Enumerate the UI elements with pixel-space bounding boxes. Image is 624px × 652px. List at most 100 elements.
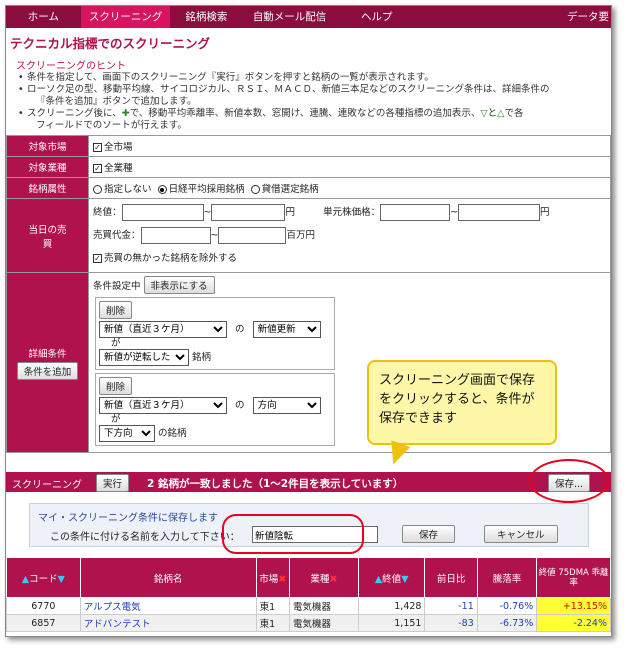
today-cell: 終値： ~ 円 単元株価格： ~ 円 売買代金： ~ 百万円 ✓ 売買の無かった銘柄を除外する [88,198,611,273]
col-code[interactable]: ▲コード▼ [6,557,81,598]
plus-icon: ✚ [121,108,130,119]
close-max-input[interactable] [211,204,286,221]
market-value: 全市場 [104,142,133,153]
save-button[interactable]: 保存 [402,525,456,543]
screening-label: スクリーニング [12,480,82,491]
cell-close: 1,151 [357,614,426,632]
turnover-label: 売買代金： [93,230,141,241]
save-title: マイ・スクリーニング条件に保存します [38,513,218,524]
hint-line: フィールドでのソートが行えます。 [36,120,187,131]
col-rate[interactable]: 騰落率 [476,557,538,598]
delete-button[interactable]: 削除 [99,377,133,395]
condition-1-type[interactable]: 新値更新 [252,321,321,338]
today-row3: ✓ 売買の無かった銘柄を除外する [93,247,606,270]
nav-auto-mail[interactable]: 自動メール配信 [242,6,337,28]
particle-no: の [235,400,245,411]
hint-line: 条件を指定して、画面下のスクリーニング『実行』ボタンを押すと銘柄の一覧が表示され… [18,72,611,84]
hint-list: 条件を指定して、画面下のスクリーニング『実行』ボタンを押すと銘柄の一覧が表示され… [6,72,611,132]
cell-code: 6857 [6,614,81,632]
table-row[interactable]: 6857 アドバンテスト 東1 電気機器 1,151 -83 -6.73% -2… [6,614,611,632]
attr-radio-nikkei[interactable] [157,185,167,194]
screening-bar: スクリーニング 実行 2 銘柄が一致しました（1～2件目を表示しています） 保存… [6,472,611,492]
condition-2-row2: 下方向 の銘柄 [99,425,331,442]
remove-col-icon[interactable]: ✖ [278,574,286,585]
highlight-oval [529,459,609,503]
cell-dev: +13.15% [536,597,611,615]
nav-search[interactable]: 銘柄検索 [170,6,242,28]
col-close[interactable]: ▲終値▼ [357,557,426,598]
market-cell: ✓ 全市場 [88,135,611,157]
col-change[interactable]: 前日比 [424,557,478,598]
industry-checkbox[interactable]: ✓ [93,164,102,173]
unit-min-input[interactable] [380,204,451,221]
suffix: の銘柄 [158,428,187,439]
condition-1: 削除 新値（直近３ケ月） の 新値更新 が 新値が逆転した 銘柄 [95,297,335,370]
condition-2-row: 新値（直近３ケ月） の 方向 [99,397,331,414]
col-market: 市場✖ [255,557,290,598]
cell-close: 1,428 [357,597,426,615]
turnover-max-input[interactable] [218,227,287,244]
hint-heading: スクリーニングのヒント [16,61,126,72]
cell-name[interactable]: アルプス電気 [79,597,257,615]
suffix: 銘柄 [192,352,212,363]
result-count: 2 銘柄が一致しました（1～2件目を表示しています） [147,478,404,490]
attr-label: 銘柄属性 [6,177,89,199]
today-row2: 売買代金： ~ 百万円 [93,224,606,247]
cell-industry: 電気機器 [288,597,359,615]
nav-data[interactable]: データ要 [417,6,611,28]
nav-help[interactable]: ヘルプ [337,6,417,28]
condition-2: 削除 新値（直近３ケ月） の 方向 が 下方向 の銘柄 [95,373,335,446]
attr-radio-none[interactable] [93,185,102,194]
today-label: 当日の売買 [6,198,89,273]
highlight-oval [222,514,364,554]
close-label: 終値： [93,207,122,218]
col-dev[interactable]: 終値 75DMA 乖離率 [536,557,611,598]
exclude-checkbox[interactable]: ✓ [93,254,102,263]
attr-opt: 日経平均採用銘柄 [168,184,245,195]
unit-price-label: 単元株価格： [323,207,381,218]
turnover-min-input[interactable] [140,227,211,244]
results-table: ▲コード▼ 銘柄名 市場✖ 業種✖ ▲終値▼ 前日比 騰落率 終値 75DMA … [6,557,611,632]
attr-opt: 貸借選定銘柄 [261,184,319,195]
condition-2-state[interactable]: 下方向 [99,425,155,442]
cell-rate: -6.73% [476,614,538,632]
hide-button[interactable]: 非表示にする [143,276,215,294]
industry-value: 全業種 [104,163,133,174]
yen-label: 円 [540,207,550,218]
run-button[interactable]: 実行 [96,474,130,492]
condition-2-indicator[interactable]: 新値（直近３ケ月） [99,397,227,414]
cell-name[interactable]: アドバンテスト [79,614,257,632]
cell-dev: -2.24% [536,614,611,632]
page-title: テクニカル指標でのスクリーニング [10,36,211,51]
cell-code: 6770 [6,597,81,615]
market-checkbox[interactable]: ✓ [93,143,102,152]
yen-label: 円 [285,207,295,218]
attr-radio-lending[interactable] [250,185,260,194]
condition-1-state[interactable]: 新値が逆転した [99,349,189,366]
condition-status-row: 条件設定中 非表示にする [93,276,606,294]
table-row[interactable]: 6770 アルプス電気 東1 電気機器 1,428 -11 -0.76% +13… [6,597,611,615]
hint-text: で各 [504,108,524,119]
condition-1-indicator[interactable]: 新値（直近３ケ月） [99,321,227,338]
unit-max-input[interactable] [458,204,541,221]
cell-rate: -0.76% [476,597,538,615]
detail-label: 詳細条件 [28,348,67,360]
top-nav: ホーム スクリーニング 銘柄検索 自動メール配信 ヘルプ データ要 [6,6,611,28]
delete-button[interactable]: 削除 [99,301,133,319]
callout-annotation: スクリーニング画面で保存をクリックすると、条件が保存できます [367,360,557,445]
condition-1-row: 新値（直近３ケ月） の 新値更新 [99,321,331,338]
nav-screening[interactable]: スクリーニング [80,6,171,28]
million-label: 百万円 [286,230,315,241]
add-condition-button[interactable]: 条件を追加 [16,361,79,380]
cell-industry: 電気機器 [288,614,359,632]
hint-line: スクリーニング後に、✚で、移動平均乖離率、新値本数、窓開け、連騰、連敗などの各種… [18,108,611,120]
remove-col-icon[interactable]: ✖ [329,574,337,585]
nav-home[interactable]: ホーム [6,6,81,28]
condition-1-row2: 新値が逆転した 銘柄 [99,349,331,366]
close-min-input[interactable] [121,204,204,221]
industry-label: 対象業種 [6,156,89,178]
condition-2-type[interactable]: 方向 [252,397,321,414]
cancel-button[interactable]: キャンセル [484,525,558,543]
particle-ga: が [111,414,121,425]
header-row: ▲コード▼ 銘柄名 市場✖ 業種✖ ▲終値▼ 前日比 騰落率 終値 75DMA … [6,557,611,598]
